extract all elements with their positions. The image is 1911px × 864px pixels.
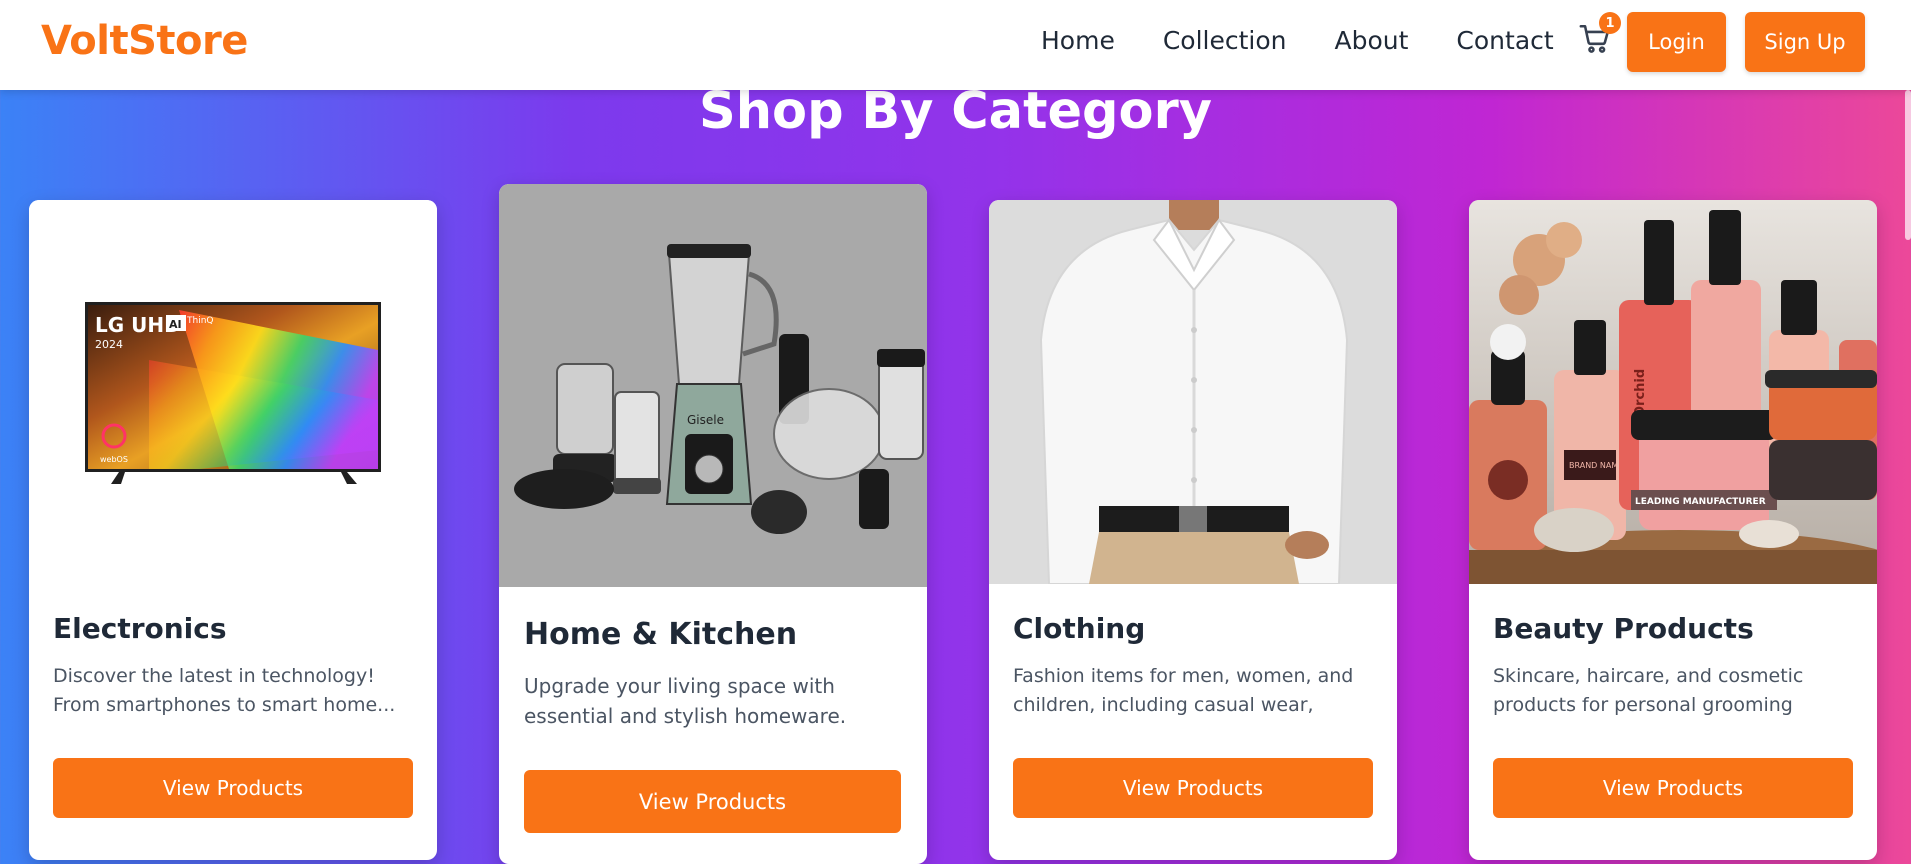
- cart-count-badge: 1: [1599, 12, 1621, 34]
- page-scrollbar[interactable]: [1905, 90, 1911, 240]
- svg-text:Gisele: Gisele: [687, 413, 724, 427]
- category-card-home-kitchen: Gisele Home & Kitchen Upgrade your livin…: [499, 184, 927, 864]
- category-title: Clothing: [1013, 612, 1146, 645]
- navbar: VoltStore Home Collection About Contact …: [0, 0, 1911, 90]
- category-card-beauty: BRAND NAME Orchid LEADING MANUFACTURER B…: [1469, 200, 1877, 860]
- view-products-button[interactable]: View Products: [1013, 758, 1373, 818]
- category-card-clothing: Clothing Fashion items for men, women, a…: [989, 200, 1397, 860]
- view-products-button[interactable]: View Products: [53, 758, 413, 818]
- category-image-home-kitchen: Gisele: [499, 184, 927, 587]
- svg-text:BRAND NAME: BRAND NAME: [1569, 461, 1623, 470]
- category-description: Fashion items for men, women, and childr…: [1013, 665, 1354, 716]
- signup-button[interactable]: Sign Up: [1745, 12, 1865, 72]
- brand-logo[interactable]: VoltStore: [41, 18, 248, 64]
- svg-text:webOS: webOS: [100, 455, 128, 464]
- svg-text:Orchid: Orchid: [1633, 369, 1648, 417]
- nav-link-home[interactable]: Home: [1041, 26, 1115, 55]
- svg-text:AI: AI: [169, 318, 182, 331]
- nav-links: Home Collection About Contact: [1041, 26, 1602, 55]
- category-image-beauty: BRAND NAME Orchid LEADING MANUFACTURER: [1469, 200, 1877, 584]
- svg-text:LEADING MANUFACTURER: LEADING MANUFACTURER: [1635, 497, 1766, 507]
- view-products-button[interactable]: View Products: [524, 770, 901, 833]
- category-image-clothing: [989, 200, 1397, 584]
- category-title: Beauty Products: [1493, 612, 1754, 645]
- page-title: Shop By Category: [699, 82, 1212, 141]
- login-button[interactable]: Login: [1627, 12, 1726, 72]
- category-description: Upgrade your living space with essential…: [524, 674, 847, 735]
- category-card-electronics: LG UHD AI ThinQ 2024 webOS Electronics D…: [29, 200, 437, 860]
- nav-link-contact[interactable]: Contact: [1456, 26, 1553, 55]
- nav-link-about[interactable]: About: [1335, 26, 1409, 55]
- svg-text:2024: 2024: [95, 338, 123, 351]
- category-description: Discover the latest in technology! From …: [53, 665, 396, 716]
- view-products-button[interactable]: View Products: [1493, 758, 1853, 818]
- nav-link-collection[interactable]: Collection: [1163, 26, 1287, 55]
- svg-text:ThinQ: ThinQ: [186, 316, 214, 326]
- category-description: Skincare, haircare, and cosmetic product…: [1493, 665, 1804, 716]
- category-image-electronics: LG UHD AI ThinQ 2024 webOS: [29, 200, 437, 584]
- category-title: Home & Kitchen: [524, 617, 798, 652]
- category-title: Electronics: [53, 612, 227, 645]
